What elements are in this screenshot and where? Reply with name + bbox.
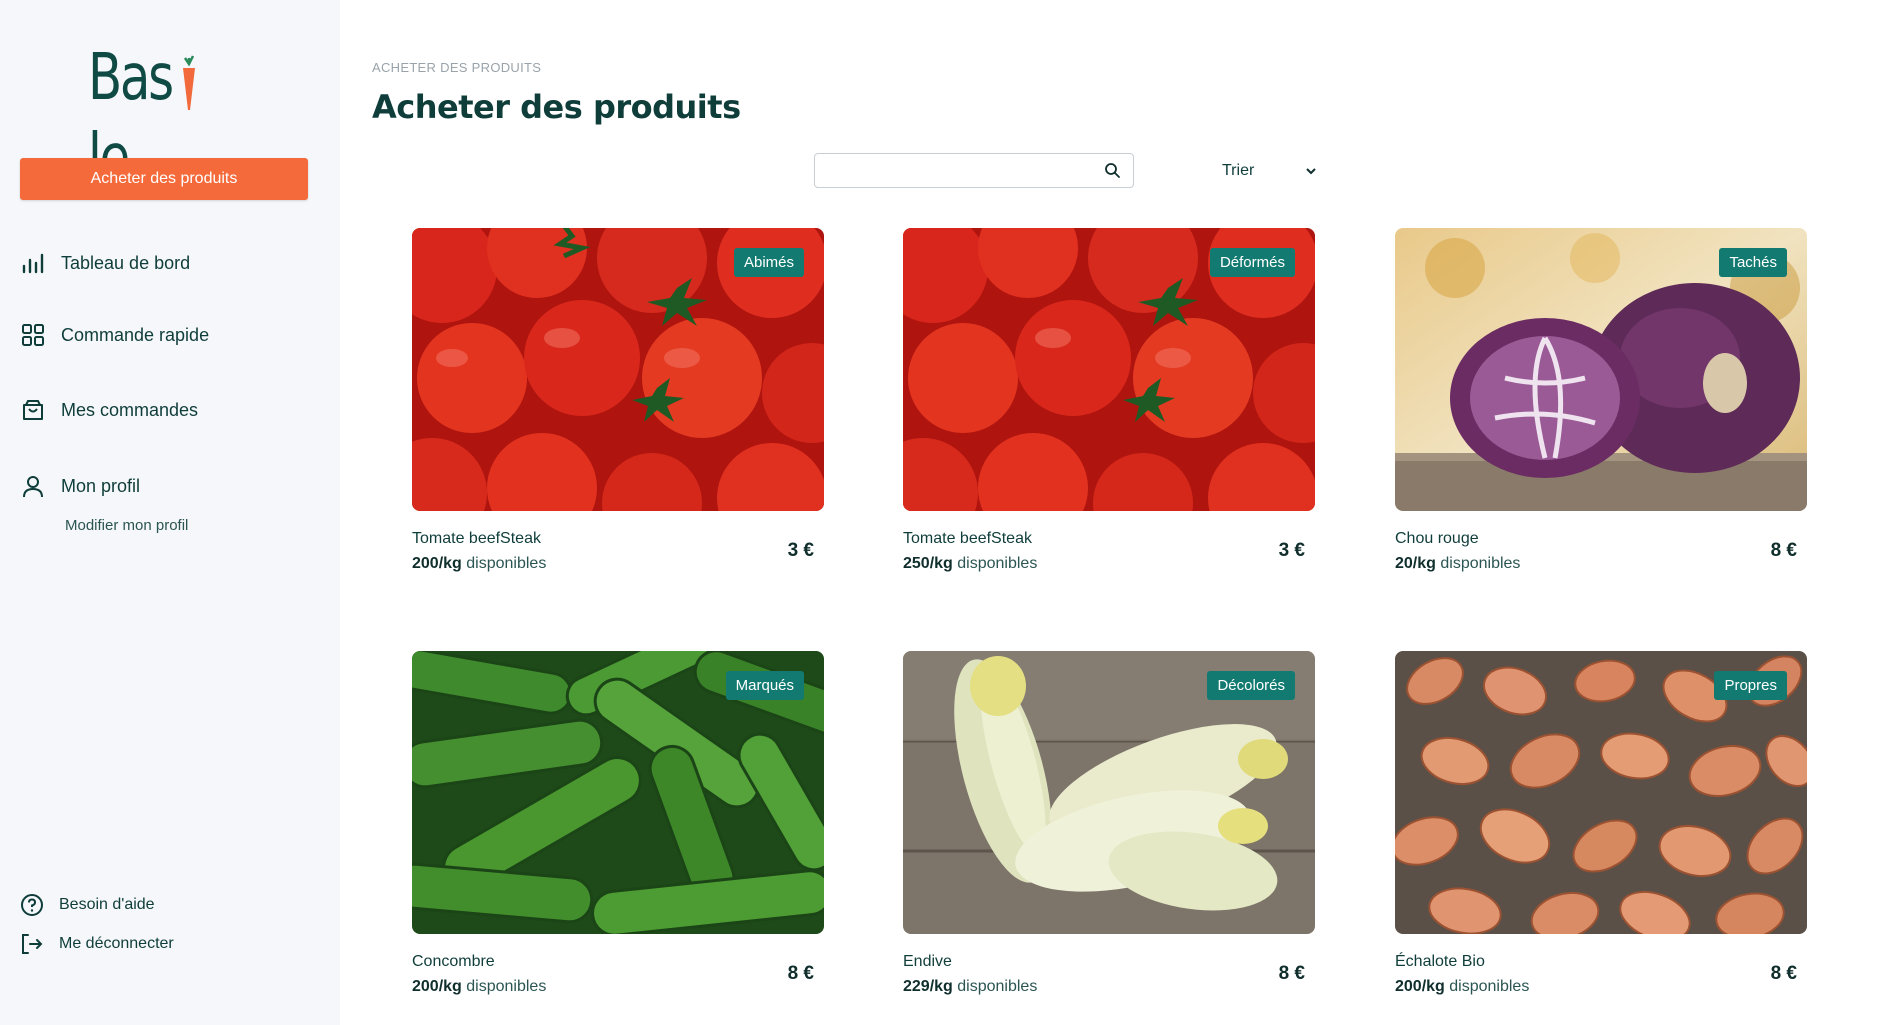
sidebar: Basle. Acheter des produits Tableau de b… [0, 0, 340, 1025]
product-image-shallot: Propres [1395, 651, 1807, 934]
condition-badge: Décolorés [1207, 671, 1295, 700]
page-title: Acheter des produits [372, 88, 741, 126]
logout-label: Me déconnecter [59, 935, 174, 952]
carrot-icon [183, 55, 195, 110]
sidebar-item-label: Mes commandes [61, 399, 199, 420]
product-card[interactable]: Tachés Chou rouge 20/kg disponibles 8 € [1395, 228, 1807, 572]
product-image-tomato: Déformés [903, 228, 1315, 511]
product-stock: 200/kg disponibles [1395, 978, 1530, 995]
product-card[interactable]: Marqués Concombre 200/kg disponibles 8 € [412, 651, 824, 995]
product-name: Tomate beefSteak [412, 530, 541, 547]
bar-chart-icon [22, 253, 44, 274]
sidebar-item-label: Mon profil [61, 475, 141, 496]
condition-badge: Déformés [1209, 248, 1295, 277]
condition-badge: Marqués [725, 671, 804, 700]
product-price: 8 € [787, 963, 814, 984]
sort-label: Trier [1222, 162, 1255, 179]
sort-select[interactable]: Trier [1222, 158, 1317, 184]
product-image-tomato: Abimés [412, 228, 824, 511]
sidebar-item-profile[interactable]: Mon profil [20, 471, 140, 501]
product-card[interactable]: Déformés Tomate beefSteak 250/kg disponi… [903, 228, 1315, 572]
sidebar-item-label: Commande rapide [61, 324, 210, 345]
sidebar-item-label: Tableau de bord [61, 252, 191, 273]
search-icon[interactable] [1104, 162, 1121, 179]
product-image-red-cabbage: Tachés [1395, 228, 1807, 511]
chevron-down-icon [1306, 168, 1316, 175]
bag-icon [23, 400, 43, 420]
product-name: Endive [903, 953, 952, 970]
condition-badge: Propres [1714, 671, 1787, 700]
product-image-cucumber: Marqués [412, 651, 824, 934]
grid-icon [22, 324, 44, 346]
sidebar-item-orders[interactable]: Mes commandes [20, 395, 198, 425]
product-price: 3 € [787, 540, 814, 561]
buy-products-button[interactable]: Acheter des produits [20, 158, 308, 200]
product-price: 3 € [1278, 540, 1305, 561]
product-card[interactable]: Abimés Tomate beefSteak 200/kg disponibl… [412, 228, 824, 572]
help-icon [21, 894, 43, 916]
help-link[interactable]: Besoin d'aide [20, 893, 155, 917]
product-name: Échalote Bio [1395, 953, 1485, 970]
condition-badge: Abimés [733, 248, 804, 277]
edit-profile-link[interactable]: Modifier mon profil [65, 517, 188, 534]
product-stock: 229/kg disponibles [903, 978, 1038, 995]
product-price: 8 € [1770, 540, 1797, 561]
product-card[interactable]: Décolorés Endive 229/kg disponibles 8 € [903, 651, 1315, 995]
user-icon [23, 476, 43, 498]
product-name: Chou rouge [1395, 530, 1479, 547]
product-card[interactable]: Propres Échalote Bio 200/kg disponibles … [1395, 651, 1807, 995]
product-name: Tomate beefSteak [903, 530, 1032, 547]
product-price: 8 € [1278, 963, 1305, 984]
product-price: 8 € [1770, 963, 1797, 984]
search-box[interactable] [814, 153, 1134, 188]
product-stock: 200/kg disponibles [412, 555, 547, 572]
product-stock: 200/kg disponibles [412, 978, 547, 995]
help-label: Besoin d'aide [59, 896, 155, 913]
breadcrumb: ACHETER DES PRODUITS [372, 60, 542, 75]
product-stock: 250/kg disponibles [903, 555, 1038, 572]
logout-icon [22, 934, 43, 954]
condition-badge: Tachés [1719, 248, 1787, 277]
search-input[interactable] [815, 154, 1095, 187]
sidebar-item-quick-order[interactable]: Commande rapide [20, 320, 209, 350]
basile-logo[interactable]: Basle. [88, 38, 248, 195]
logout-link[interactable]: Me déconnecter [20, 932, 174, 956]
product-image-endive: Décolorés [903, 651, 1315, 934]
product-name: Concombre [412, 953, 495, 970]
product-stock: 20/kg disponibles [1395, 555, 1521, 572]
sidebar-item-dashboard[interactable]: Tableau de bord [20, 248, 190, 278]
